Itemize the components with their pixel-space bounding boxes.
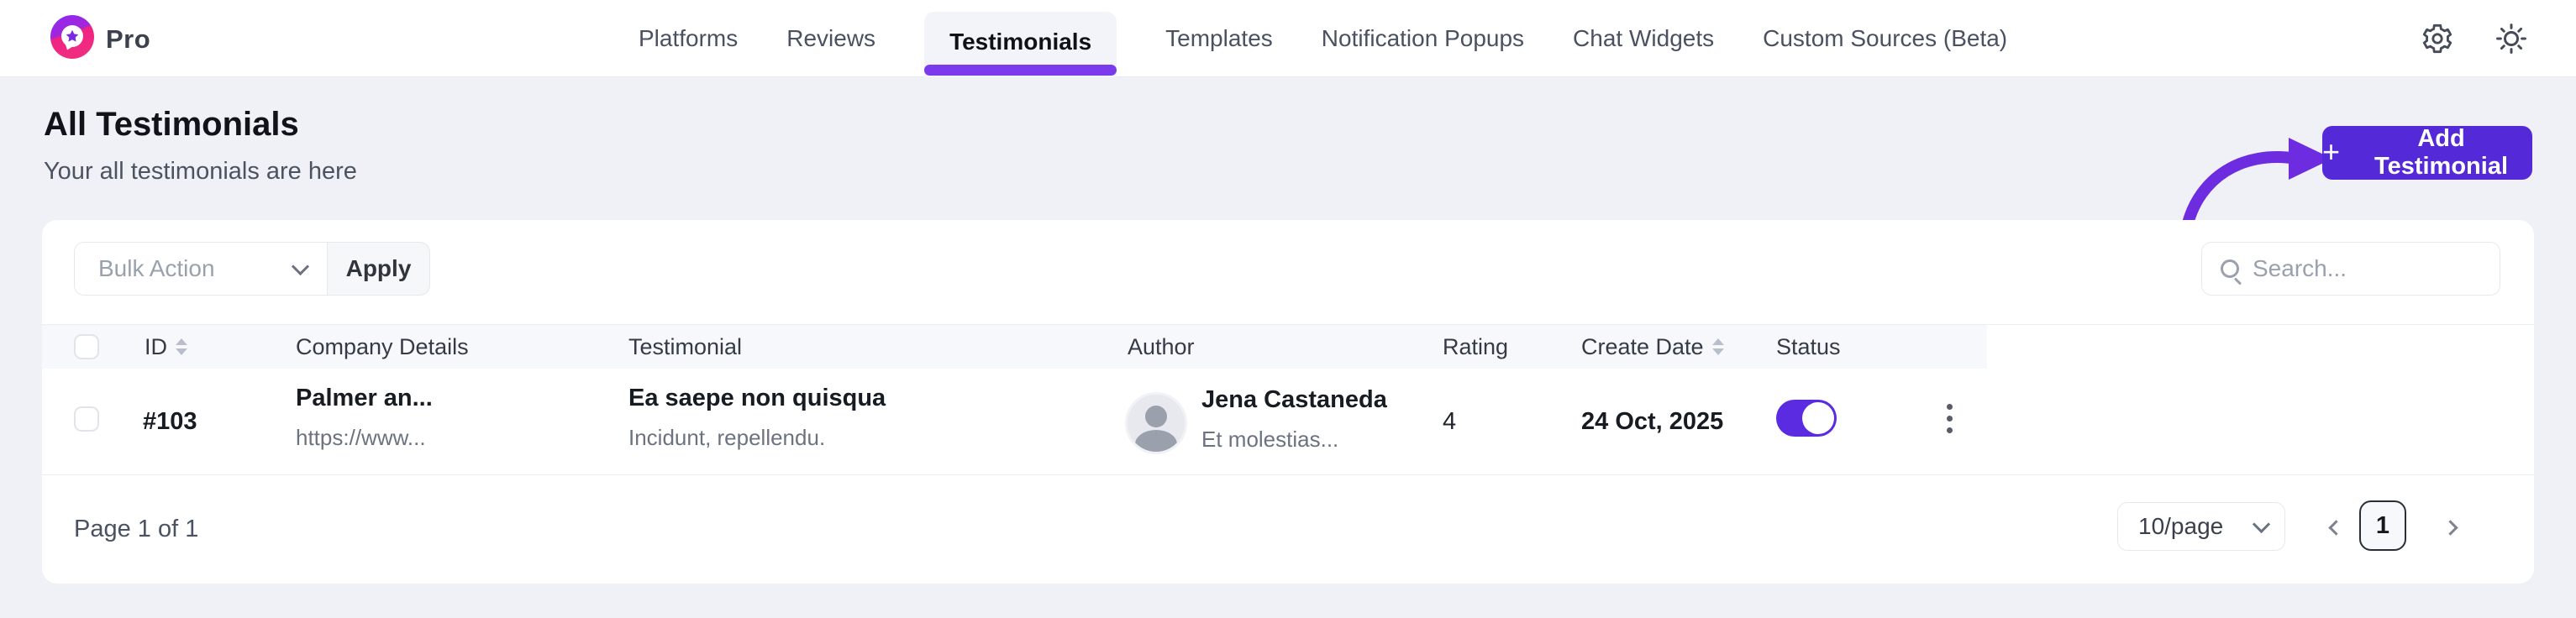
author-excerpt: Et molestias... xyxy=(1201,427,1338,453)
apply-button[interactable]: Apply xyxy=(328,242,430,296)
rating-value: 4 xyxy=(1443,408,1456,436)
row-checkbox[interactable] xyxy=(74,406,99,432)
column-header-create-date[interactable]: Create Date xyxy=(1581,325,1724,369)
column-header-author: Author xyxy=(1128,325,1195,369)
chevron-right-icon[interactable] xyxy=(2435,512,2465,542)
nav-item-reviews[interactable]: Reviews xyxy=(786,25,875,52)
page-title: All Testimonials xyxy=(44,106,299,144)
gear-icon[interactable] xyxy=(2420,21,2455,56)
kebab-menu-icon[interactable] xyxy=(1931,398,1968,438)
bulk-action-select[interactable]: Bulk Action xyxy=(74,242,328,296)
author-name: Jena Castaneda xyxy=(1201,386,1387,414)
testimonial-excerpt: Incidunt, repellendu. xyxy=(628,425,825,451)
chevron-down-icon xyxy=(292,257,309,275)
search-icon xyxy=(2221,259,2239,278)
testimonial-title: Ea saepe non quisqua xyxy=(628,385,886,412)
status-toggle[interactable] xyxy=(1776,400,1837,437)
column-header-rating: Rating xyxy=(1443,325,1508,369)
search-box[interactable] xyxy=(2201,242,2500,296)
column-header-id-label: ID xyxy=(145,334,167,360)
navbar-actions xyxy=(2420,0,2529,77)
active-tab-underline xyxy=(924,65,1117,76)
add-testimonial-label: Add Testimonial xyxy=(2350,125,2532,181)
company-url[interactable]: https://www... xyxy=(296,425,426,451)
nav-item-testimonials-label: Testimonials xyxy=(949,29,1091,55)
chevron-left-icon[interactable] xyxy=(2321,512,2351,542)
page-size-value: 10/page xyxy=(2138,513,2223,540)
app-logo-icon xyxy=(50,15,94,63)
column-header-create-date-label: Create Date xyxy=(1581,334,1704,360)
row-id: #103 xyxy=(143,408,197,436)
toggle-knob xyxy=(1802,402,1834,434)
sun-icon[interactable] xyxy=(2494,21,2529,56)
nav-item-platforms[interactable]: Platforms xyxy=(639,25,738,52)
brand-name: Pro xyxy=(106,24,150,55)
page-number-button[interactable]: 1 xyxy=(2359,500,2406,551)
column-header-status: Status xyxy=(1776,325,1841,369)
top-navbar: Pro Platforms Reviews Testimonials Templ… xyxy=(0,0,2576,77)
testimonials-card: Bulk Action Apply ID Company Details Tes… xyxy=(42,220,2534,584)
company-name: Palmer an... xyxy=(296,385,433,412)
page-summary: Page 1 of 1 xyxy=(74,516,198,543)
brand[interactable]: Pro xyxy=(50,15,150,63)
search-input[interactable] xyxy=(2253,255,2556,282)
plus-icon: + xyxy=(2322,137,2340,167)
column-header-id[interactable]: ID xyxy=(145,325,187,369)
page-size-select[interactable]: 10/page xyxy=(2117,502,2285,551)
nav-item-custom-sources[interactable]: Custom Sources (Beta) xyxy=(1763,25,2007,52)
curved-arrow-annotation xyxy=(2178,119,2337,233)
row-separator xyxy=(42,474,2534,475)
column-header-testimonial: Testimonial xyxy=(628,325,742,369)
bulk-action-group: Bulk Action Apply xyxy=(74,242,430,296)
nav-item-notification-popups[interactable]: Notification Popups xyxy=(1322,25,1524,52)
select-all-checkbox[interactable] xyxy=(74,334,99,359)
nav-item-testimonials[interactable]: Testimonials xyxy=(924,12,1117,77)
nav-item-chat-widgets[interactable]: Chat Widgets xyxy=(1573,25,1714,52)
nav-item-templates[interactable]: Templates xyxy=(1165,25,1273,52)
table-header: ID Company Details Testimonial Author Ra… xyxy=(42,325,1987,369)
column-header-company: Company Details xyxy=(296,325,469,369)
author-avatar xyxy=(1128,395,1185,452)
create-date-value: 24 Oct, 2025 xyxy=(1581,408,1723,436)
main-nav: Platforms Reviews Testimonials Templates… xyxy=(639,0,2007,77)
bulk-action-placeholder: Bulk Action xyxy=(98,255,215,282)
chevron-down-icon xyxy=(2253,515,2270,532)
add-testimonial-button[interactable]: + Add Testimonial xyxy=(2322,126,2532,180)
sort-icon[interactable] xyxy=(1712,338,1724,355)
page-subtitle: Your all testimonials are here xyxy=(44,158,357,186)
sort-icon[interactable] xyxy=(176,338,187,355)
person-icon xyxy=(1145,406,1167,427)
